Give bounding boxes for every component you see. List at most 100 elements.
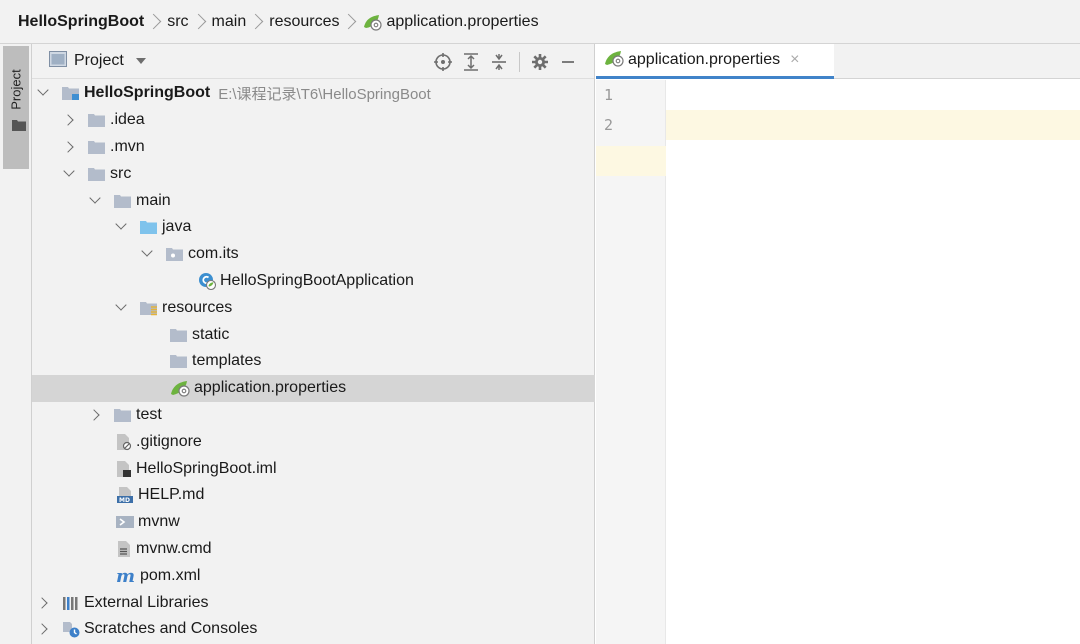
- maven-icon: m: [116, 567, 136, 585]
- breadcrumb-item-src[interactable]: src: [167, 13, 188, 31]
- ignore-file-icon: [116, 433, 132, 451]
- tree-item-application-class[interactable]: HelloSpringBootApplication: [32, 268, 595, 295]
- tree-item-idea[interactable]: .idea: [32, 107, 595, 134]
- line-number-gutter: 1 2: [596, 80, 666, 644]
- tree-item-label: pom.xml: [140, 566, 201, 584]
- spring-properties-icon: [362, 13, 383, 31]
- spring-properties-icon: [170, 379, 190, 397]
- chevron-down-icon[interactable]: [90, 196, 100, 206]
- scratches-icon: [62, 620, 80, 638]
- chevron-right-icon[interactable]: [64, 142, 74, 152]
- collapse-all-icon[interactable]: [485, 52, 513, 72]
- chevron-down-icon[interactable]: [64, 169, 74, 179]
- project-view-icon: [49, 50, 67, 72]
- project-tree: HelloSpringBoot E:\课程记录\T6\HelloSpringBo…: [32, 80, 595, 643]
- tree-item-application-properties[interactable]: application.properties: [32, 374, 595, 402]
- current-line-highlight[interactable]: [666, 110, 1080, 140]
- tree-item-resources[interactable]: resources: [32, 294, 595, 321]
- tree-item-static[interactable]: static: [32, 321, 595, 348]
- tree-item-iml[interactable]: HelloSpringBoot.iml: [32, 455, 595, 482]
- tree-item-java[interactable]: java: [32, 214, 595, 241]
- editor-area: application.properties × 1 2: [596, 44, 1080, 644]
- chevron-right-icon[interactable]: [64, 115, 74, 125]
- tree-item-test[interactable]: test: [32, 402, 595, 429]
- resources-folder-icon: [140, 300, 158, 316]
- chevron-down-icon[interactable]: [135, 58, 146, 64]
- libraries-icon: [62, 595, 80, 611]
- breadcrumb-item-file[interactable]: application.properties: [386, 13, 538, 31]
- tree-item-mvn[interactable]: .mvn: [32, 134, 595, 161]
- tree-item-src[interactable]: src: [32, 160, 595, 187]
- breadcrumb-separator: [346, 13, 355, 31]
- tree-item-label: HELP.md: [138, 486, 205, 504]
- folder-icon: [88, 166, 106, 182]
- module-folder-icon: [62, 85, 80, 101]
- source-folder-icon: [140, 219, 158, 235]
- tree-item-project-root[interactable]: HelloSpringBoot E:\课程记录\T6\HelloSpringBo…: [32, 80, 595, 107]
- panel-toolbar: [429, 52, 582, 72]
- tree-item-label: .mvn: [110, 137, 145, 155]
- tree-item-label: Scratches and Consoles: [84, 620, 258, 638]
- markdown-file-icon: MD: [116, 486, 134, 504]
- folder-icon: [88, 139, 106, 155]
- tree-item-package[interactable]: com.its: [32, 241, 595, 268]
- folder-icon: [170, 327, 188, 343]
- folder-icon: [114, 407, 132, 423]
- tree-item-label: HelloSpringBootApplication: [220, 271, 414, 289]
- chevron-down-icon[interactable]: [116, 303, 126, 313]
- spring-properties-icon: [604, 49, 624, 72]
- chevron-right-icon[interactable]: [38, 624, 48, 634]
- tree-item-main[interactable]: main: [32, 187, 595, 214]
- breadcrumb-separator: [151, 13, 160, 31]
- breadcrumb-item-main[interactable]: main: [212, 13, 247, 31]
- chevron-down-icon[interactable]: [38, 88, 48, 98]
- spring-class-icon: [198, 272, 216, 290]
- svg-text:MD: MD: [119, 497, 130, 504]
- chevron-right-icon[interactable]: [38, 598, 48, 608]
- package-icon: [166, 246, 184, 262]
- tree-item-templates[interactable]: templates: [32, 348, 595, 375]
- project-tool-tab[interactable]: Project: [3, 46, 29, 169]
- toolbar-divider: [519, 52, 520, 72]
- project-view-selector[interactable]: Project: [74, 52, 124, 70]
- tree-item-label: com.its: [188, 245, 239, 263]
- svg-text:m: m: [116, 567, 135, 585]
- tree-item-mvnw[interactable]: mvnw: [32, 509, 595, 536]
- locate-icon[interactable]: [429, 52, 457, 72]
- tree-item-label: mvnw: [138, 513, 180, 531]
- breadcrumb-item-project[interactable]: HelloSpringBoot: [18, 13, 144, 31]
- editor-tab-application-properties[interactable]: application.properties ×: [596, 44, 834, 79]
- tree-item-gitignore[interactable]: .gitignore: [32, 428, 595, 455]
- tree-item-help-md[interactable]: MD HELP.md: [32, 482, 595, 509]
- tree-item-label: HelloSpringBoot: [84, 84, 211, 102]
- line-number: 2: [604, 116, 614, 134]
- tree-item-label: templates: [192, 352, 262, 370]
- project-panel: Project HelloSpringBoot E:\课程记录\T6\Hello…: [32, 44, 595, 644]
- hide-icon[interactable]: [554, 52, 582, 72]
- chevron-right-icon[interactable]: [90, 410, 100, 420]
- line-number: 1: [604, 86, 614, 104]
- navigation-breadcrumb: HelloSpringBoot src main resources appli…: [0, 0, 1080, 44]
- tree-item-label: HelloSpringBoot.iml: [136, 459, 277, 477]
- iml-file-icon: [116, 460, 132, 478]
- folder-icon: [12, 118, 26, 136]
- chevron-down-icon[interactable]: [142, 249, 152, 259]
- folder-icon: [88, 112, 106, 128]
- breadcrumb-item-resources[interactable]: resources: [269, 13, 339, 31]
- tree-item-label: .idea: [110, 111, 145, 129]
- settings-gear-icon[interactable]: [526, 52, 554, 72]
- current-line-gutter-highlight: [596, 146, 666, 176]
- folder-icon: [170, 353, 188, 369]
- tree-item-label: java: [162, 218, 192, 236]
- chevron-down-icon[interactable]: [116, 222, 126, 232]
- expand-all-icon[interactable]: [457, 52, 485, 72]
- tree-item-external-libraries[interactable]: External Libraries: [32, 589, 595, 616]
- tree-item-scratches[interactable]: Scratches and Consoles: [32, 616, 595, 643]
- tree-item-pom[interactable]: m pom.xml: [32, 562, 595, 589]
- tree-item-mvnw-cmd[interactable]: mvnw.cmd: [32, 536, 595, 563]
- tree-item-label: resources: [162, 298, 233, 316]
- tree-item-label: main: [136, 191, 171, 209]
- tool-window-strip: Project: [0, 44, 32, 644]
- folder-icon: [114, 193, 132, 209]
- close-icon[interactable]: ×: [790, 51, 799, 69]
